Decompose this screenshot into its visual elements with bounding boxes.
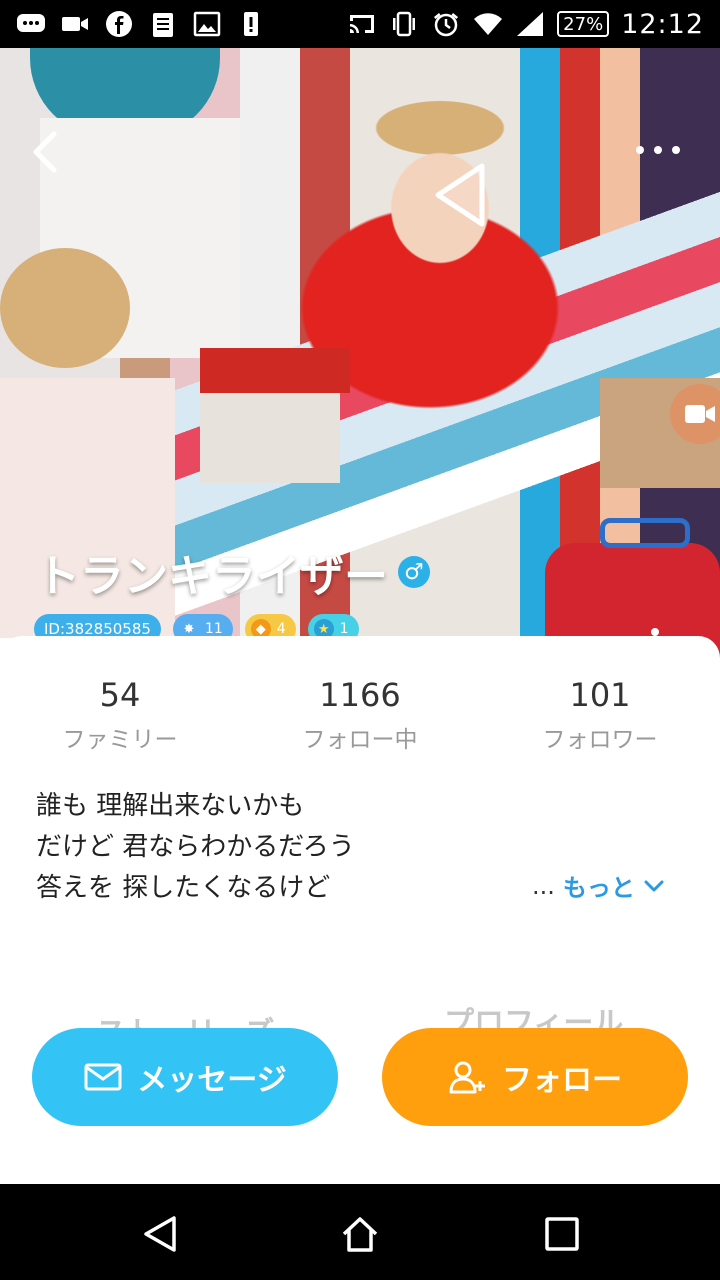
battery-indicator: 27% [557,11,610,37]
play-triangle-icon [435,163,485,227]
bio-ellipsis: ... [532,871,555,900]
stat-label: ファミリー [62,727,178,753]
stat-following[interactable]: 1166 フォロー中 [240,676,480,754]
envelope-icon [84,1063,122,1091]
profile-name: トランキライザー [36,551,388,602]
stats-row: 54 ファミリー 1166 フォロー中 101 フォロワー [0,676,720,754]
cast-icon [347,10,377,38]
more-dots-icon [636,146,680,154]
nav-recent-apps-button[interactable] [542,1214,582,1254]
bio-line: 誰も 理解出来ないかも [36,791,305,821]
add-user-icon [449,1061,485,1094]
facebook-icon [104,10,134,38]
wifi-icon [473,10,503,38]
chat-icon [16,10,46,38]
photo-page-indicator [651,628,659,636]
play-voice-button[interactable] [432,160,492,230]
stat-value: 101 [569,676,631,714]
follow-button-label: フォロー [502,1063,622,1098]
stat-value: 54 [99,676,141,714]
stat-followers[interactable]: 101 フォロワー [480,676,720,754]
system-nav-bar [0,1184,720,1280]
clipboard-icon [148,10,178,38]
more-options-button[interactable] [630,132,686,168]
image-icon [192,10,222,38]
back-button[interactable] [26,130,66,174]
straw-hat-shape [0,248,130,368]
bio-line: 答えを 探したくなるけど [36,873,331,903]
chevron-left-icon [33,131,57,173]
video-camera-icon [685,405,715,423]
more-label: もっと [562,874,635,902]
profile-name-row: トランキライザー ♂ [36,540,430,604]
vibrate-icon [389,10,419,38]
bio-text: 誰も 理解出来ないかも だけど 君ならわかるだろう 答えを 探したくなるけど [36,786,536,909]
home-icon [342,1217,378,1252]
stat-value: 1166 [319,676,401,714]
nav-home-button[interactable] [340,1214,380,1254]
nav-back-button[interactable] [140,1214,180,1254]
star-value: 1 [339,621,349,637]
bio-line: だけど 君ならわかるだろう [36,832,355,862]
alarm-icon [431,10,461,38]
stat-label: フォロー中 [302,727,418,753]
stamp-box-shape [200,393,340,483]
clock: 12:12 [621,8,704,40]
signal-icon [515,10,545,38]
profile-card: 54 ファミリー 1166 フォロー中 101 フォロワー 誰も 理解出来ないか… [0,636,720,1184]
stat-label: フォロワー [542,727,658,753]
follow-button[interactable]: フォロー [382,1028,688,1126]
back-triangle-icon [144,1216,176,1252]
video-camera-icon [60,10,90,38]
recent-apps-icon [545,1217,579,1251]
chevron-down-icon [644,880,664,891]
red-box-shape [200,348,350,393]
stat-family[interactable]: 54 ファミリー [0,676,240,754]
gem-value: 4 [276,621,286,637]
bio-more-link[interactable]: ... もっと [532,868,665,903]
male-gender-icon: ♂ [398,556,430,588]
glasses-shape [600,518,690,548]
profile-cover-photo[interactable]: トランキライザー ♂ ID:382850585 ✸ 11 ◆ 4 ★ 1 [0,48,720,688]
status-bar: 27% 12:12 [0,0,720,48]
message-button-label: メッセージ [137,1063,287,1098]
level-value: 11 [204,621,223,637]
alert-icon [236,10,266,38]
message-button[interactable]: メッセージ [32,1028,338,1126]
